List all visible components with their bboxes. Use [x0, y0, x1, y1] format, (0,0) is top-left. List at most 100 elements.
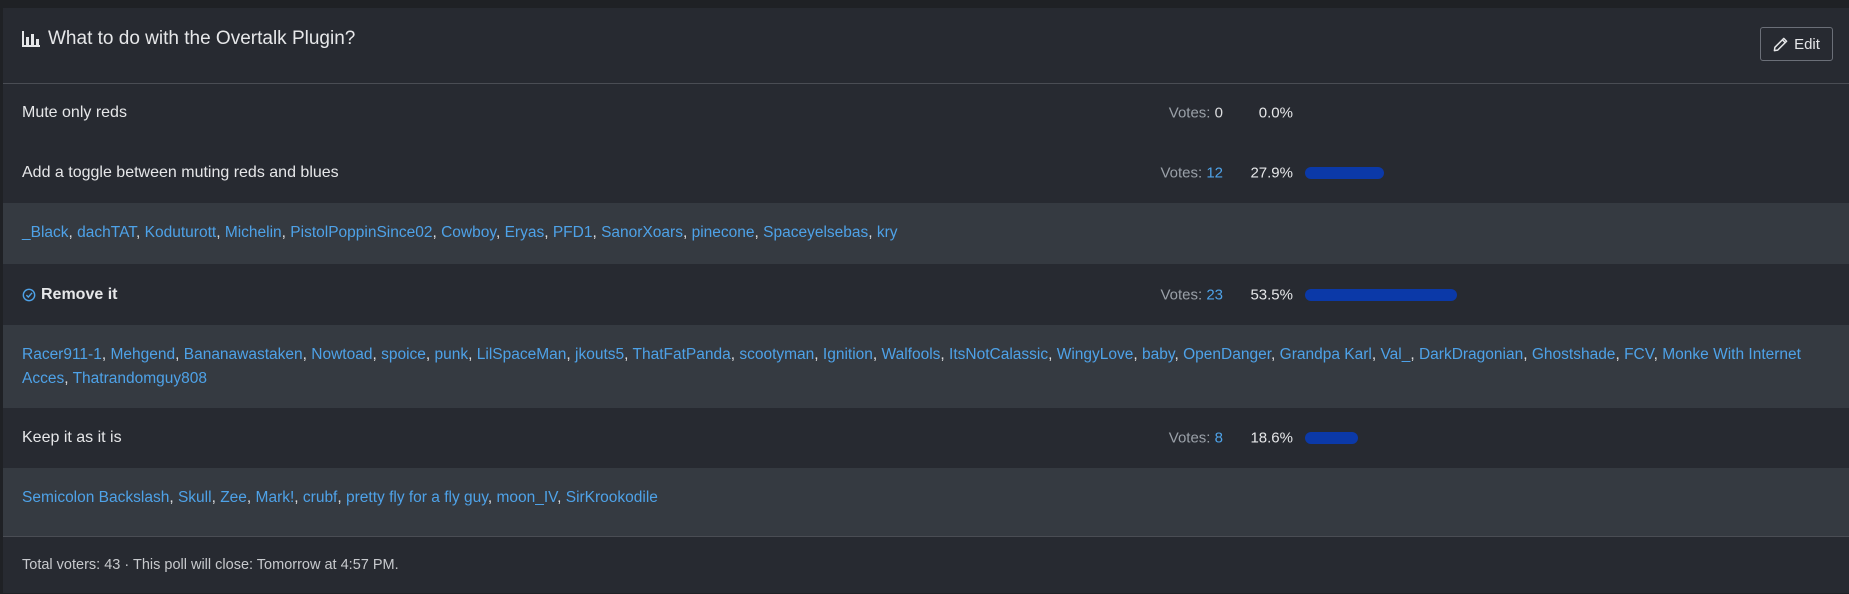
voter-link[interactable]: Mark! [256, 489, 295, 506]
voter-link[interactable]: Bananawastaken [184, 346, 303, 363]
voter-link[interactable]: SanorXoars [601, 224, 683, 241]
vote-bar-fill [1305, 288, 1457, 301]
vote-bar [1305, 432, 1589, 444]
vote-bar [1305, 288, 1589, 301]
voter-link[interactable]: Mehgend [110, 346, 175, 363]
voter-link[interactable]: ThatFatPanda [632, 346, 730, 363]
voter-link[interactable]: Thatrandomguy808 [73, 370, 207, 387]
voter-link[interactable]: Ignition [823, 346, 873, 363]
voter-link[interactable]: OpenDanger [1183, 346, 1271, 363]
edit-button[interactable]: Edit [1760, 27, 1833, 61]
voter-separator: , [1523, 346, 1532, 363]
voter-link[interactable]: SirKrookodile [566, 489, 658, 506]
total-voters-count: 43 [104, 557, 121, 573]
poll-option[interactable]: Add a toggle between muting reds and blu… [3, 143, 1849, 203]
pencil-icon [1773, 37, 1788, 51]
voter-separator: , [246, 489, 256, 506]
voter-link[interactable]: PistolPoppinSince02 [290, 224, 432, 241]
total-voters-label: Total voters: [22, 557, 101, 573]
poll-option[interactable]: Mute only reds Votes: 0 0.0% [3, 83, 1849, 143]
option-label: Add a toggle between muting reds and blu… [22, 164, 339, 181]
voter-link[interactable]: Semicolon Backslash [22, 489, 169, 506]
voter-separator: , [1410, 346, 1419, 363]
voter-link[interactable]: FCV [1624, 346, 1654, 363]
poll-footer: Total voters: 43 · This poll will close:… [3, 536, 1849, 594]
voter-link[interactable]: Spaceyelsebas [763, 224, 868, 241]
voter-link[interactable]: Walfools [882, 346, 941, 363]
voter-separator: , [754, 224, 764, 241]
voters-list: Racer911-1, Mehgend, Bananawastaken, Now… [3, 325, 1849, 408]
voter-separator: , [372, 346, 382, 363]
voter-link[interactable]: jkouts5 [575, 346, 624, 363]
poll-panel: What to do with the Overtalk Plugin? Edi… [3, 8, 1849, 593]
voter-link[interactable]: kry [877, 224, 898, 241]
vote-bar-fill [1305, 167, 1385, 179]
poll-footer-text: Total voters: 43 · This poll will close:… [22, 557, 399, 573]
vote-percent: 0.0% [1258, 104, 1293, 122]
voter-separator: , [175, 346, 184, 363]
voters-list: _Black, dachTAT, Koduturott, Michelin, P… [3, 203, 1849, 264]
vote-percent: 27.9% [1250, 164, 1293, 182]
voter-link[interactable]: dachTAT [77, 224, 136, 241]
voter-separator: , [211, 489, 221, 506]
voter-separator: , [1174, 346, 1184, 363]
vote-percent: 53.5% [1250, 286, 1293, 303]
voter-separator: , [1271, 346, 1280, 363]
voter-link[interactable]: scootyman [739, 346, 814, 363]
vote-percent: 18.6% [1250, 429, 1293, 447]
poll-close-text: · This poll will close: Tomorrow at 4:57… [124, 557, 399, 573]
voter-link[interactable]: Skull [178, 489, 212, 506]
voter-link[interactable]: ItsNotCalassic [949, 346, 1048, 363]
poll-header: What to do with the Overtalk Plugin? Edi… [3, 8, 1849, 84]
voter-separator: , [432, 224, 442, 241]
voter-separator: , [68, 224, 78, 241]
voter-link[interactable]: Ghostshade [1532, 346, 1616, 363]
poll-option[interactable]: Remove it Votes: 23 53.5% [3, 264, 1849, 325]
voter-link[interactable]: Val_ [1380, 346, 1410, 363]
voter-separator: , [425, 346, 435, 363]
voter-separator: , [337, 489, 346, 506]
voter-link[interactable]: _Black [22, 224, 69, 241]
voter-separator: , [281, 224, 291, 241]
voter-separator: , [294, 489, 303, 506]
voter-link[interactable]: DarkDragonian [1419, 346, 1523, 363]
voter-link[interactable]: Eryas [505, 224, 545, 241]
vote-bar-fill [1305, 432, 1358, 444]
voters-list: Semicolon Backslash, Skull, Zee, Mark!, … [3, 468, 1849, 536]
voter-link[interactable]: Zee [220, 489, 247, 506]
option-label: Mute only reds [22, 104, 127, 121]
voter-link[interactable]: Racer911-1 [22, 346, 102, 363]
voter-link[interactable]: punk [435, 346, 469, 363]
voter-link[interactable]: Koduturott [145, 224, 217, 241]
voter-separator: , [566, 346, 576, 363]
voter-link[interactable]: Nowtoad [311, 346, 372, 363]
voter-link[interactable]: Cowboy [441, 224, 496, 241]
voter-link[interactable]: crubf [303, 489, 337, 506]
voter-link[interactable]: pinecone [692, 224, 755, 241]
voter-separator: , [302, 346, 312, 363]
voter-separator: , [557, 489, 566, 506]
option-label: Keep it as it is [22, 429, 122, 446]
poll-option[interactable]: Keep it as it is Votes: 8 18.6% [3, 408, 1849, 468]
voter-separator: , [216, 224, 225, 241]
option-label: Remove it [41, 285, 118, 303]
voter-separator: , [868, 224, 877, 241]
voter-link[interactable]: pretty fly for a fly guy [346, 489, 488, 506]
voter-separator: , [136, 224, 145, 241]
voter-separator: , [169, 489, 178, 506]
voter-link[interactable]: PFD1 [553, 224, 593, 241]
voter-separator: , [64, 369, 73, 387]
voter-separator: , [495, 224, 505, 241]
voter-link[interactable]: Grandpa Karl [1280, 346, 1372, 363]
voter-link[interactable]: Michelin [225, 224, 282, 241]
voter-link[interactable]: spoice [381, 346, 426, 363]
voter-link[interactable]: WingyLove [1057, 346, 1134, 363]
poll-title: What to do with the Overtalk Plugin? [22, 28, 355, 50]
voter-separator: , [814, 346, 823, 363]
voter-link[interactable]: moon_IV [496, 489, 557, 506]
voter-link[interactable]: LilSpaceMan [477, 346, 567, 363]
voter-link[interactable]: baby [1142, 346, 1174, 363]
bar-chart-icon [22, 31, 40, 47]
option-label-selected: Remove it [22, 286, 117, 304]
voter-separator: , [1133, 346, 1143, 363]
